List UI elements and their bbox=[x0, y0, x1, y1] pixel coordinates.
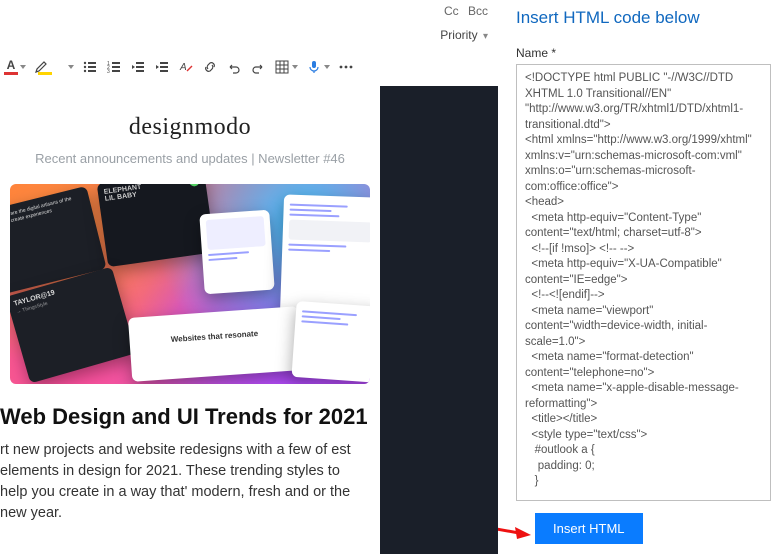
brand-logo: designmodo bbox=[0, 86, 380, 151]
hero-card bbox=[199, 210, 274, 295]
panel-title: Insert HTML code below bbox=[516, 8, 771, 28]
undo-button[interactable] bbox=[226, 58, 242, 76]
more-options-button[interactable] bbox=[338, 58, 354, 76]
svg-text:A: A bbox=[179, 62, 187, 73]
undo-icon bbox=[226, 59, 242, 75]
table-button[interactable] bbox=[274, 58, 298, 76]
email-body[interactable]: designmodo Recent announcements and upda… bbox=[0, 86, 380, 554]
insert-link-button[interactable] bbox=[202, 58, 218, 76]
bulleted-list-button[interactable] bbox=[82, 58, 98, 76]
insert-html-button[interactable]: Insert HTML bbox=[535, 513, 643, 544]
newsletter-tagline: Recent announcements and updates | Newsl… bbox=[0, 151, 380, 184]
article-body: rt new projects and website redesigns wi… bbox=[0, 440, 380, 524]
email-preview-frame: designmodo Recent announcements and upda… bbox=[0, 86, 498, 554]
hero-card: ELEPHANT LIL BABY bbox=[97, 184, 216, 267]
table-icon bbox=[274, 59, 290, 75]
link-icon bbox=[202, 59, 218, 75]
microphone-icon bbox=[306, 59, 322, 75]
hero-card bbox=[280, 194, 370, 317]
font-color-button[interactable]: A bbox=[4, 58, 26, 76]
hero-image: Designers are the digital artisans of th… bbox=[10, 184, 370, 384]
ellipsis-icon bbox=[338, 59, 354, 75]
font-color-icon: A bbox=[4, 59, 18, 75]
code-field-label: Name * bbox=[516, 46, 771, 60]
bcc-toggle[interactable]: Bcc bbox=[468, 4, 488, 18]
recipient-options: Cc Bcc Priority ▾ bbox=[438, 4, 488, 42]
caret-icon bbox=[68, 65, 74, 69]
priority-label: Priority bbox=[440, 28, 477, 42]
caret-icon bbox=[20, 65, 26, 69]
caret-icon bbox=[292, 65, 298, 69]
html-code-input[interactable] bbox=[516, 64, 771, 501]
clear-format-icon: A bbox=[178, 59, 194, 75]
highlight-button[interactable] bbox=[34, 58, 74, 76]
clear-formatting-button[interactable]: A bbox=[178, 58, 194, 76]
insert-html-panel: Insert HTML code below Name * Insert HTM… bbox=[498, 0, 783, 554]
cc-toggle[interactable]: Cc bbox=[444, 4, 459, 18]
numbered-list-icon: 123 bbox=[106, 59, 122, 75]
numbered-list-button[interactable]: 123 bbox=[106, 58, 122, 76]
article-headline: Web Design and UI Trends for 2021 bbox=[0, 398, 380, 440]
indent-button[interactable] bbox=[154, 58, 170, 76]
caret-icon bbox=[324, 65, 330, 69]
svg-text:3: 3 bbox=[107, 69, 110, 75]
redo-icon bbox=[250, 59, 266, 75]
indent-icon bbox=[154, 59, 170, 75]
hero-card bbox=[291, 301, 370, 383]
redo-button[interactable] bbox=[250, 58, 266, 76]
chevron-down-icon: ▾ bbox=[483, 31, 488, 42]
compose-pane: Cc Bcc Priority ▾ A bbox=[0, 0, 498, 554]
outdent-icon bbox=[130, 59, 146, 75]
outdent-button[interactable] bbox=[130, 58, 146, 76]
hero-card: Websites that resonate bbox=[128, 306, 302, 382]
bullet-list-icon bbox=[82, 59, 98, 75]
priority-dropdown[interactable]: Priority ▾ bbox=[438, 28, 488, 42]
formatting-toolbar: A 123 bbox=[0, 52, 498, 86]
dictation-button[interactable] bbox=[306, 58, 330, 76]
